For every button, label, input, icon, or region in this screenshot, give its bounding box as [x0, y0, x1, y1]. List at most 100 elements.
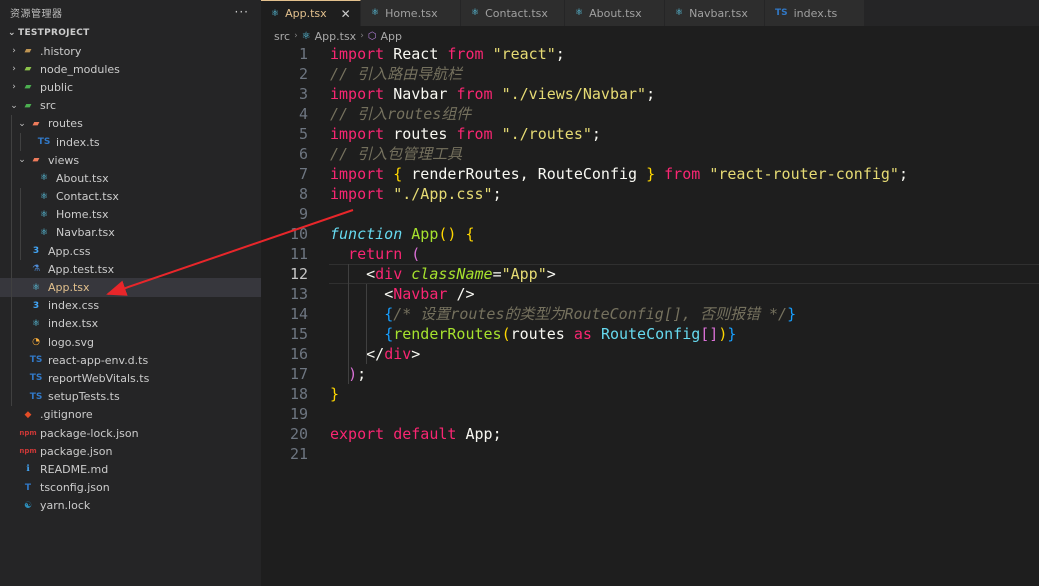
code-editor[interactable]: 1 import React from "react"; 2 // 引入路由导航栏 3 i…	[261, 44, 1039, 464]
code-line[interactable]: 1 import React from "react";	[261, 44, 1039, 64]
tree-folder[interactable]: › ▰ .history	[0, 42, 261, 60]
tree-folder[interactable]: ⌄ ▰ src	[0, 97, 261, 115]
tree-file[interactable]: ⚛ index.tsx	[0, 315, 261, 333]
code-line[interactable]: 14 {/* 设置routes的类型为RouteConfig[], 否则报错 *…	[261, 304, 1039, 324]
line-number: 16	[289, 345, 308, 363]
code-line[interactable]: 16 </div>	[261, 344, 1039, 364]
tab-label: Navbar.tsx	[689, 6, 748, 20]
code-line[interactable]: 21	[261, 444, 1039, 464]
editor-tab[interactable]: ⚛ Navbar.tsx	[665, 0, 765, 26]
line-number: 7	[298, 165, 308, 183]
code-line[interactable]: 8 import "./App.css";	[261, 184, 1039, 204]
editor-tab[interactable]: TS index.ts	[765, 0, 865, 26]
line-content: import { renderRoutes, RouteConfig } fro…	[330, 164, 908, 184]
line-content: return (	[330, 244, 420, 264]
tree-file[interactable]: ⚛ Contact.tsx	[0, 188, 261, 206]
tree-folder[interactable]: ⌄ ▰ views	[0, 151, 261, 169]
chevron-right-icon: ›	[12, 64, 16, 75]
tree-file[interactable]: ⚛ Home.tsx	[0, 206, 261, 224]
tree-file[interactable]: TS setupTests.ts	[0, 388, 261, 406]
tree-folder[interactable]: › ▰ public	[0, 78, 261, 96]
tree-item-label: index.ts	[56, 135, 100, 149]
code-line[interactable]: 18}	[261, 384, 1039, 404]
code-line[interactable]: 11 return (	[261, 244, 1039, 264]
tree-item-label: App.test.tsx	[48, 262, 115, 276]
code-line[interactable]: 9	[261, 204, 1039, 224]
editor-tab[interactable]: ⚛ About.tsx	[565, 0, 665, 26]
tree-file[interactable]: npm package-lock.json	[0, 424, 261, 442]
tree-file[interactable]: npm package.json	[0, 442, 261, 460]
code-line[interactable]: 6 // 引入包管理工具	[261, 144, 1039, 164]
tab-label: App.tsx	[285, 7, 327, 20]
breadcrumb-symbol[interactable]: App	[381, 30, 403, 43]
code-token: function	[330, 225, 412, 243]
code-token: ;	[357, 365, 367, 383]
editor-tab[interactable]: ⚛ App.tsx ✕	[261, 0, 361, 26]
tree-file[interactable]: 3 index.css	[0, 297, 261, 315]
typescript-icon: TS	[37, 137, 51, 148]
code-line[interactable]: 2 // 引入路由导航栏	[261, 64, 1039, 84]
line-content: import routes from "./routes";	[330, 124, 601, 144]
code-token: className	[411, 265, 493, 283]
tree-item-label: tsconfig.json	[40, 481, 110, 495]
code-token: import	[330, 125, 394, 143]
code-token: renderRoutes	[393, 325, 502, 343]
tree-file[interactable]: ◔ logo.svg	[0, 333, 261, 351]
tree-file[interactable]: ⚛ About.tsx	[0, 169, 261, 187]
tree-item-label: App.tsx	[48, 281, 90, 295]
tree-file[interactable]: ⚛ App.tsx	[0, 278, 261, 297]
code-line[interactable]: 4 // 引入routes组件	[261, 104, 1039, 124]
project-header[interactable]: ⌄ TESTPROJECT	[0, 24, 261, 42]
code-token: <	[384, 285, 394, 303]
folder-icon: ▰	[24, 46, 32, 57]
code-token: }	[787, 305, 797, 323]
tree-item-label: src	[40, 99, 57, 113]
breadcrumb-file[interactable]: App.tsx	[315, 30, 357, 43]
code-token: (	[411, 245, 421, 263]
code-line[interactable]: 19	[261, 404, 1039, 424]
line-number: 19	[289, 405, 308, 423]
code-line[interactable]: 17 );	[261, 364, 1039, 384]
src-folder-icon: ▰	[24, 100, 32, 111]
code-token: <	[366, 265, 376, 283]
code-token: /* 设置routes的类型为RouteConfig[], 否则报错 */	[393, 305, 788, 323]
tree-file[interactable]: ⚛ Navbar.tsx	[0, 224, 261, 242]
editor-tab[interactable]: ⚛ Home.tsx	[361, 0, 461, 26]
tsconfig-icon: T	[24, 482, 32, 493]
node-folder-icon: ▰	[24, 64, 32, 75]
tree-file[interactable]: 3 App.css	[0, 242, 261, 260]
react-icon: ⚛	[39, 209, 49, 220]
editor-tab[interactable]: ⚛ Contact.tsx	[461, 0, 565, 26]
tree-file[interactable]: ℹ README.md	[0, 460, 261, 478]
tree-file[interactable]: TS react-app-env.d.ts	[0, 351, 261, 369]
code-line[interactable]: 10 function App() {	[261, 224, 1039, 244]
tree-item-label: package.json	[40, 444, 113, 458]
tree-file[interactable]: ⚗ App.test.tsx	[0, 260, 261, 278]
tree-file[interactable]: TS index.ts	[0, 133, 261, 151]
code-line[interactable]: 12 <div className="App">	[261, 264, 1039, 284]
react-icon: ⚛	[39, 227, 49, 238]
code-token: import	[330, 45, 394, 63]
code-token: }	[727, 325, 737, 343]
code-line[interactable]: 20 export default App;	[261, 424, 1039, 444]
code-token: import	[330, 165, 394, 183]
code-line[interactable]: 5 import routes from "./routes";	[261, 124, 1039, 144]
tree-file[interactable]: ☯ yarn.lock	[0, 497, 261, 515]
tree-file[interactable]: TS reportWebVitals.ts	[0, 369, 261, 387]
more-actions-icon[interactable]: ···	[235, 5, 249, 19]
code-token: App	[465, 425, 493, 443]
close-icon[interactable]: ✕	[341, 7, 351, 21]
tree-folder[interactable]: ⌄ ▰ routes	[0, 115, 261, 133]
code-line[interactable]: 13 <Navbar />	[261, 284, 1039, 304]
code-line[interactable]: 15 {renderRoutes(routes as RouteConfig[]…	[261, 324, 1039, 344]
tree-file[interactable]: ◆ .gitignore	[0, 406, 261, 424]
tab-label: index.ts	[793, 6, 838, 20]
tree-file[interactable]: Ttsconfig.json	[0, 479, 261, 497]
code-line[interactable]: 7 import { renderRoutes, RouteConfig } fr…	[261, 164, 1039, 184]
breadcrumb-folder[interactable]: src	[274, 30, 290, 43]
code-line[interactable]: 3 import Navbar from "./views/Navbar";	[261, 84, 1039, 104]
tree-item-label: logo.svg	[48, 335, 95, 349]
tree-folder[interactable]: › ▰ node_modules	[0, 60, 261, 78]
